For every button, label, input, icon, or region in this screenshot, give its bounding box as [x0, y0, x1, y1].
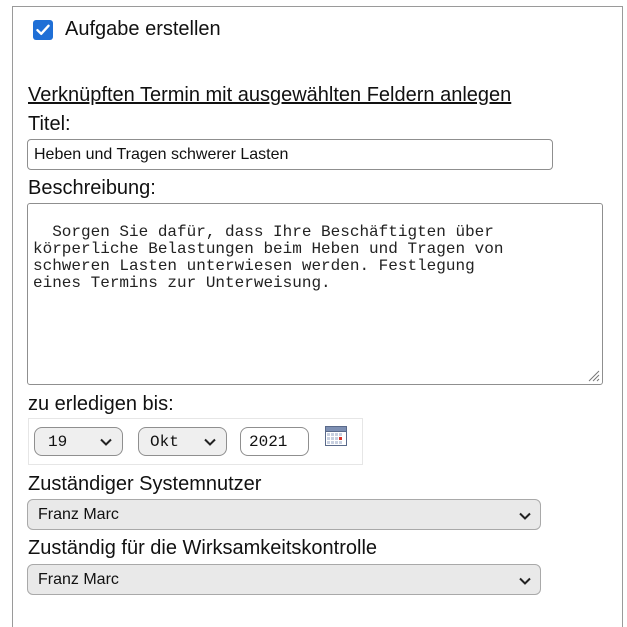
effectiveness-control-value: Franz Marc	[38, 570, 119, 588]
day-select[interactable]: 19	[34, 427, 123, 456]
month-select[interactable]: Okt	[138, 427, 227, 456]
effectiveness-control-select[interactable]: Franz Marc	[27, 564, 541, 595]
responsible-user-select[interactable]: Franz Marc	[27, 499, 541, 530]
due-date-label: zu erledigen bis:	[28, 393, 174, 415]
responsible-user-label: Zuständiger Systemnutzer	[28, 473, 262, 495]
description-label: Beschreibung:	[28, 177, 156, 199]
effectiveness-control-label: Zuständig für die Wirksamkeitskontrolle	[28, 537, 378, 559]
year-input[interactable]: 2021	[240, 427, 309, 456]
create-task-checkbox[interactable]	[33, 20, 53, 40]
chevron-down-icon	[519, 512, 531, 520]
month-value: Okt	[150, 432, 179, 451]
resize-grip-icon[interactable]	[586, 368, 600, 382]
description-textarea[interactable]: Sorgen Sie dafür, dass Ihre Beschäftigte…	[27, 203, 603, 385]
chevron-down-icon	[204, 438, 216, 446]
title-input-value: Heben und Tragen schwerer Lasten	[34, 145, 289, 163]
title-input[interactable]: Heben und Tragen schwerer Lasten	[27, 139, 553, 170]
checkmark-icon	[36, 24, 50, 35]
create-task-label: Aufgabe erstellen	[65, 18, 221, 40]
chevron-down-icon	[100, 438, 112, 446]
linked-appointment-link[interactable]: Verknüpften Termin mit ausgewählten Feld…	[28, 83, 511, 107]
calendar-icon[interactable]	[325, 426, 347, 446]
description-text: Sorgen Sie dafür, dass Ihre Beschäftigte…	[33, 223, 504, 292]
chevron-down-icon	[519, 577, 531, 585]
responsible-user-value: Franz Marc	[38, 505, 119, 523]
day-value: 19	[48, 432, 68, 451]
year-value: 2021	[249, 432, 288, 451]
title-label: Titel:	[28, 113, 71, 135]
